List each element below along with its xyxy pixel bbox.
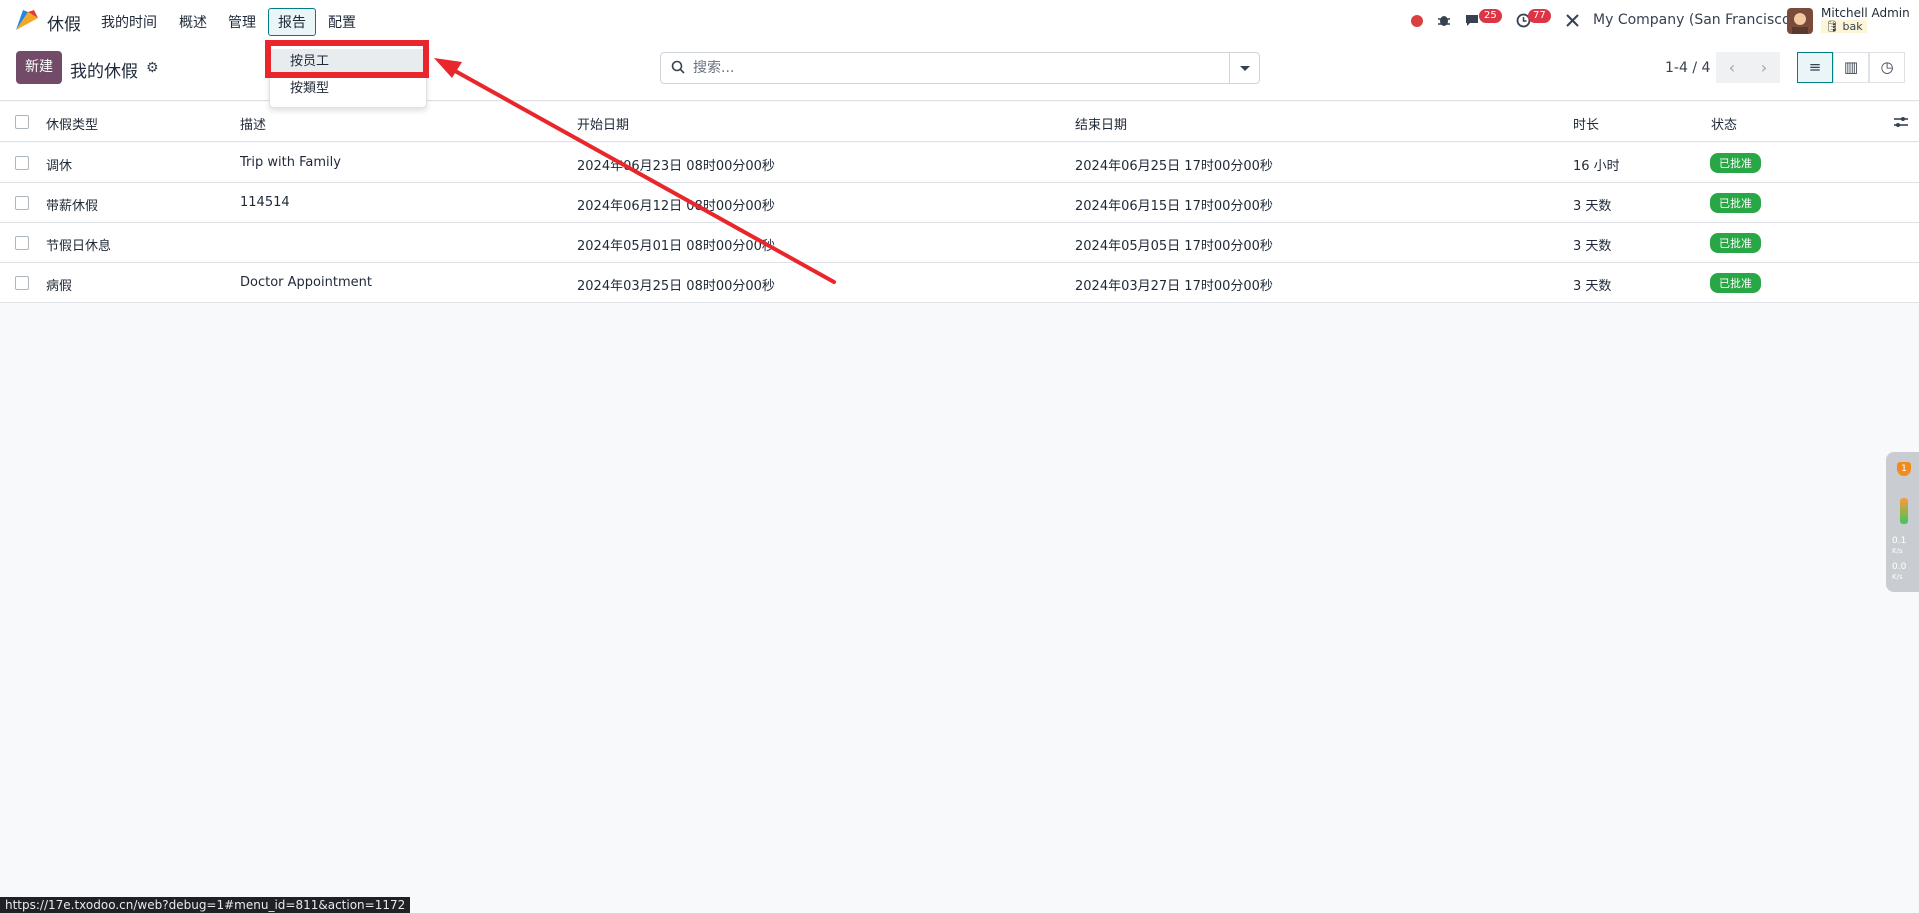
column-status[interactable]: 状态 (1711, 114, 1737, 133)
menu-overview[interactable]: 概述 (179, 12, 207, 32)
kanban-view-icon: ▥ (1843, 58, 1859, 76)
table-row[interactable]: 病假 Doctor Appointment 2024年03月25日 08时00分… (0, 263, 1919, 303)
status-badge: 已批准 (1710, 153, 1761, 173)
pager-value[interactable]: 1-4 / 4 (1665, 60, 1710, 76)
table-row[interactable]: 带薪休假 114514 2024年06月12日 08时00分00秒 2024年0… (0, 183, 1919, 223)
status-badge: 已批准 (1710, 273, 1761, 293)
upload-speed: 0.1 (1892, 536, 1907, 546)
shield-icon: 1 (1897, 462, 1911, 476)
cell-duration: 16 小时 (1573, 159, 1620, 174)
optional-columns-icon[interactable] (1893, 115, 1909, 129)
list-view-icon: ≡ (1808, 58, 1822, 76)
cell-duration: 3 天数 (1573, 239, 1612, 254)
select-all-checkbox[interactable] (15, 115, 29, 129)
download-unit: K/s (1892, 573, 1903, 581)
cell-end-date: 2024年03月27日 17时00分00秒 (1075, 279, 1273, 294)
row-checkbox[interactable] (15, 236, 29, 250)
gauge-icon (1900, 498, 1908, 524)
table-row[interactable]: 调休 Trip with Family 2024年06月23日 08时00分00… (0, 143, 1919, 183)
activity-view-icon: ◷ (1880, 58, 1894, 76)
cell-leave-type: 节假日休息 (46, 239, 112, 254)
pager-next-button[interactable]: › (1748, 52, 1780, 83)
list-view-button[interactable]: ≡ (1797, 52, 1833, 83)
company-switcher[interactable]: My Company (San Francisco) (1593, 12, 1796, 28)
menu-configuration[interactable]: 配置 (328, 12, 356, 32)
cell-start-date: 2024年06月23日 08时00分00秒 (577, 159, 775, 174)
cell-end-date: 2024年05月05日 17时00分00秒 (1075, 239, 1273, 254)
column-end-date[interactable]: 结束日期 (1075, 114, 1127, 133)
network-monitor-widget[interactable]: 1 0.1 K/s 0.0 K/s (1886, 452, 1919, 592)
row-checkbox[interactable] (15, 196, 29, 210)
row-checkbox[interactable] (15, 156, 29, 170)
user-avatar[interactable] (1787, 8, 1813, 34)
cell-description: Trip with Family (240, 155, 341, 170)
status-badge: 已批准 (1710, 233, 1761, 253)
app-logo-icon[interactable] (14, 8, 40, 32)
cell-end-date: 2024年06月15日 17时00分00秒 (1075, 199, 1273, 214)
messages-badge: 25 (1479, 9, 1502, 23)
cell-start-date: 2024年03月25日 08时00分00秒 (577, 279, 775, 294)
search-options-toggle[interactable] (1229, 53, 1259, 83)
app-name[interactable]: 休假 (47, 10, 81, 35)
column-start-date[interactable]: 开始日期 (577, 114, 629, 133)
cell-duration: 3 天数 (1573, 279, 1612, 294)
cell-leave-type: 调休 (46, 159, 73, 174)
column-description[interactable]: 描述 (240, 114, 266, 133)
search-icon (671, 60, 685, 74)
cell-leave-type: 病假 (46, 279, 73, 294)
menu-reporting[interactable]: 报告 (268, 8, 316, 36)
kanban-view-button[interactable]: ▥ (1833, 52, 1869, 83)
database-label: 🛢 bak (1821, 20, 1867, 33)
pager-previous-button[interactable]: ‹ (1716, 52, 1748, 83)
status-url: https://17e.txodoo.cn/web?debug=1#menu_i… (0, 897, 411, 913)
highlight-box (265, 40, 429, 78)
debug-bug-icon[interactable] (1437, 13, 1451, 27)
cell-duration: 3 天数 (1573, 199, 1612, 214)
download-speed: 0.0 (1892, 562, 1907, 572)
activity-view-button[interactable]: ◷ (1869, 52, 1905, 83)
page-title: 我的休假 (70, 62, 138, 82)
new-button[interactable]: 新建 (16, 51, 62, 84)
tools-icon[interactable] (1565, 13, 1580, 28)
search-input[interactable] (693, 53, 1213, 83)
status-badge: 已批准 (1710, 193, 1761, 213)
row-checkbox[interactable] (15, 276, 29, 290)
cell-description: 114514 (240, 195, 290, 210)
upload-unit: K/s (1892, 547, 1903, 555)
cell-end-date: 2024年06月25日 17时00分00秒 (1075, 159, 1273, 174)
cell-description: Doctor Appointment (240, 275, 372, 290)
report-by-type[interactable]: 按類型 (270, 76, 426, 102)
column-leave-type[interactable]: 休假类型 (46, 114, 98, 133)
column-duration[interactable]: 时长 (1573, 114, 1599, 133)
activities-badge: 77 (1528, 9, 1551, 23)
menu-my-time[interactable]: 我的时间 (101, 12, 157, 32)
menu-management[interactable]: 管理 (228, 12, 256, 32)
cell-leave-type: 带薪休假 (46, 199, 99, 214)
search-bar (660, 52, 1260, 84)
user-name[interactable]: Mitchell Admin (1821, 6, 1910, 20)
cell-start-date: 2024年05月01日 08时00分00秒 (577, 239, 775, 254)
recording-dot-icon[interactable] (1411, 15, 1423, 27)
cell-start-date: 2024年06月12日 08时00分00秒 (577, 199, 775, 214)
table-header: 休假类型 描述 开始日期 结束日期 时长 状态 (0, 102, 1919, 142)
top-navbar: 休假 我的时间 概述 管理 报告 配置 25 77 My Company (Sa… (0, 0, 1919, 41)
database-name: bak (1842, 20, 1863, 33)
gear-icon[interactable]: ⚙ (146, 60, 159, 76)
table-row[interactable]: 节假日休息 2024年05月01日 08时00分00秒 2024年05月05日 … (0, 223, 1919, 263)
